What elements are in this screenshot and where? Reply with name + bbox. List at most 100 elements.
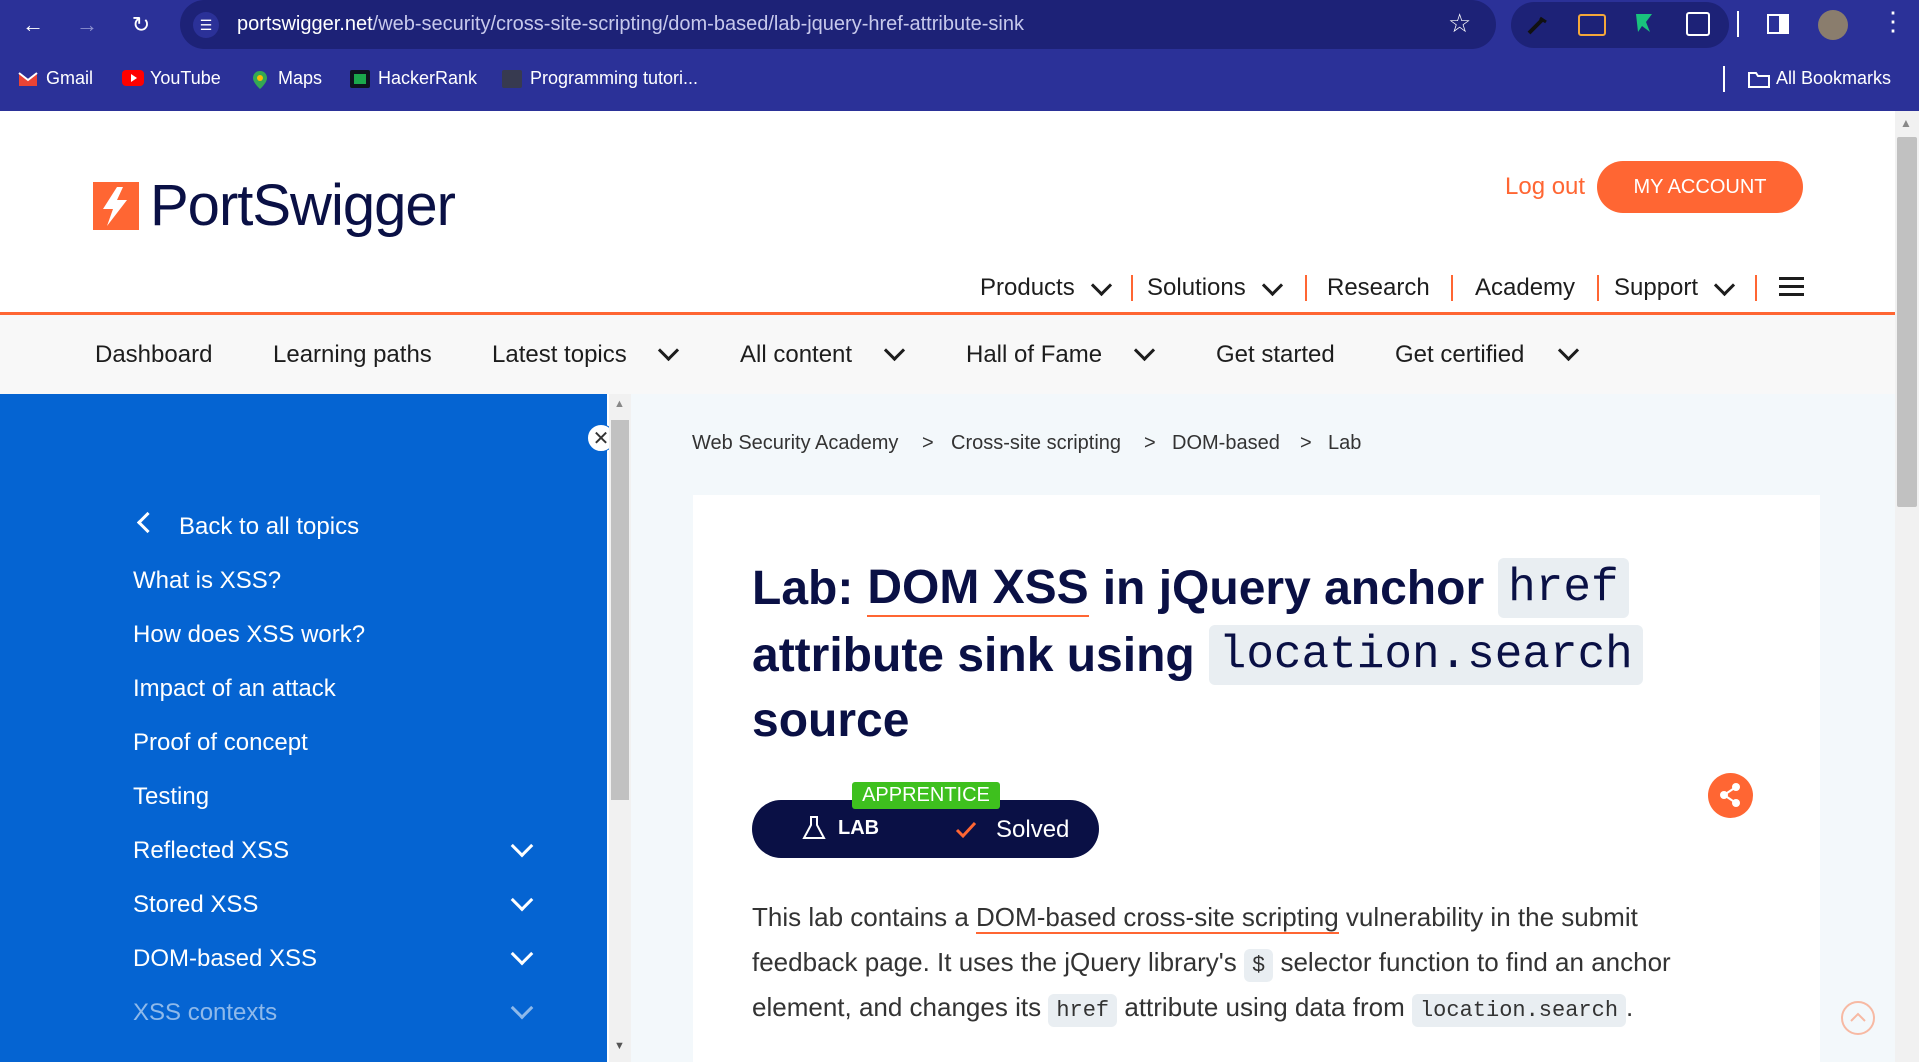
hamburger-menu-icon[interactable] [1779, 277, 1804, 297]
title-code-href: href [1498, 558, 1629, 618]
sidebar-item-proof-of-concept[interactable]: Proof of concept [133, 729, 308, 757]
site-info-icon[interactable]: ☰ [193, 12, 219, 38]
reload-icon[interactable]: ↻ [124, 8, 158, 42]
portswigger-logo-icon[interactable] [93, 182, 139, 230]
breadcrumb-xss[interactable]: Cross-site scripting [951, 432, 1121, 455]
subnav-hall-of-fame[interactable]: Hall of Fame [966, 341, 1102, 369]
share-icon[interactable] [1708, 773, 1753, 818]
description-line-3: element, and changes its href attribute … [752, 992, 1634, 1027]
code-dollar-selector: $ [1244, 949, 1274, 982]
puzzle-extensions-icon[interactable] [1686, 12, 1710, 36]
subnav-dashboard[interactable]: Dashboard [95, 341, 212, 369]
nav-separator [1755, 275, 1757, 301]
nav-separator [1305, 275, 1307, 301]
desc-text: element, and changes its [752, 992, 1042, 1022]
flask-icon [802, 815, 826, 841]
subnav-latest-topics[interactable]: Latest topics [492, 341, 627, 369]
toolbar-divider [1737, 11, 1739, 37]
terminal-extension-icon[interactable] [1578, 14, 1606, 36]
portswigger-logo[interactable]: PortSwigger [150, 172, 456, 239]
breadcrumb-separator: > [922, 432, 934, 454]
subnav-get-started[interactable]: Get started [1216, 341, 1335, 369]
breadcrumb-dom-based[interactable]: DOM-based [1172, 432, 1280, 455]
tutorial-site-icon [502, 69, 522, 88]
gmail-icon [18, 70, 38, 88]
my-account-button[interactable]: MY ACCOUNT [1597, 161, 1803, 213]
sidebar-item-reflected-xss[interactable]: Reflected XSS [133, 837, 289, 865]
lab-title-line-2: attribute sink using location.search [752, 625, 1643, 685]
code-location-search: location.search [1411, 994, 1627, 1027]
maps-icon [250, 70, 270, 89]
nav-separator [1597, 275, 1599, 301]
description-line-1: This lab contains a DOM-based cross-site… [752, 902, 1638, 934]
eyedropper-extension-icon[interactable] [1524, 12, 1550, 38]
bookmark-youtube[interactable]: YouTube [122, 68, 221, 89]
nav-solutions[interactable]: Solutions [1147, 274, 1246, 302]
scroll-up-arrow-icon[interactable]: ▲ [1900, 116, 1912, 130]
sidebar-item-what-is-xss[interactable]: What is XSS? [133, 567, 281, 595]
subnav-all-content[interactable]: All content [740, 341, 852, 369]
back-arrow-icon[interactable]: ← [16, 8, 50, 42]
back-to-topics-link[interactable]: Back to all topics [179, 513, 359, 541]
side-panel-icon[interactable] [1767, 14, 1789, 34]
nav-products[interactable]: Products [980, 274, 1075, 302]
sidebar-scrollbar-thumb[interactable] [611, 420, 629, 800]
code-href: href [1048, 994, 1118, 1027]
title-line-2-text: attribute sink using [752, 628, 1195, 682]
kebab-menu-icon[interactable]: ⋮ [1880, 8, 1906, 34]
desc-text: attribute using data from [1124, 992, 1405, 1022]
desc-text: . [1626, 992, 1634, 1022]
lab-label: LAB [838, 817, 880, 839]
youtube-icon [122, 69, 144, 88]
desc-text: selector function to find an anchor [1280, 947, 1671, 977]
lab-title-line-3: source [752, 694, 910, 747]
checkmark-icon [955, 820, 977, 840]
scroll-up-arrow-icon[interactable]: ▲ [614, 398, 625, 410]
hacker-extension-icon[interactable] [1632, 10, 1656, 36]
status-solved: Solved [996, 816, 1070, 843]
title-code-location-search: location.search [1208, 625, 1643, 685]
sidebar-item-dom-based-xss[interactable]: DOM-based XSS [133, 945, 317, 973]
sidebar-item-testing[interactable]: Testing [133, 783, 209, 811]
title-prefix: Lab: [752, 561, 854, 615]
nav-academy[interactable]: Academy [1475, 274, 1575, 302]
desc-text: This lab contains a [752, 902, 969, 932]
description-line-2: feedback page. It uses the jQuery librar… [752, 947, 1671, 982]
url-text[interactable]: portswigger.net/web-security/cross-site-… [237, 13, 1024, 36]
forward-arrow-icon[interactable]: → [70, 8, 104, 42]
nav-separator [1451, 275, 1453, 301]
nav-support[interactable]: Support [1614, 274, 1698, 302]
desc-text: feedback page. It uses the jQuery librar… [752, 947, 1237, 977]
subnav-learning-paths[interactable]: Learning paths [273, 341, 432, 369]
bookmark-star-icon[interactable]: ☆ [1448, 8, 1471, 39]
sidebar-item-how-xss-works[interactable]: How does XSS work? [133, 621, 365, 649]
breadcrumb-academy[interactable]: Web Security Academy [692, 432, 898, 455]
level-badge: APPRENTICE [852, 782, 1000, 809]
scroll-to-top-icon[interactable] [1841, 1001, 1875, 1035]
subnav-get-certified[interactable]: Get certified [1395, 341, 1524, 369]
title-middle: in jQuery anchor [1102, 561, 1485, 615]
sidebar-item-xss-contexts[interactable]: XSS contexts [133, 999, 277, 1027]
breadcrumb-lab[interactable]: Lab [1328, 432, 1361, 455]
sidebar-item-stored-xss[interactable]: Stored XSS [133, 891, 258, 919]
dom-xss-link[interactable]: DOM XSS [867, 560, 1089, 617]
bookmark-hackerrank[interactable]: HackerRank [350, 68, 477, 89]
page-scrollbar-thumb[interactable] [1897, 137, 1917, 507]
dom-based-xss-link[interactable]: DOM-based cross-site scripting [976, 902, 1339, 934]
breadcrumb-separator: > [1144, 432, 1156, 454]
lab-title-line-1: Lab: DOM XSS in jQuery anchor href [752, 558, 1629, 618]
bookmark-programming[interactable]: Programming tutori... [502, 68, 698, 89]
sidebar-item-impact[interactable]: Impact of an attack [133, 675, 336, 703]
bookmark-gmail[interactable]: Gmail [18, 68, 93, 89]
nav-separator [1131, 275, 1133, 301]
folder-icon [1748, 70, 1770, 88]
all-bookmarks-button[interactable]: All Bookmarks [1748, 68, 1891, 89]
logout-link[interactable]: Log out [1505, 173, 1585, 201]
profile-avatar[interactable] [1818, 10, 1848, 40]
desc-text: vulnerability in the submit [1345, 902, 1638, 932]
scroll-down-arrow-icon[interactable]: ▼ [614, 1040, 625, 1052]
breadcrumb-separator: > [1300, 432, 1312, 454]
bookmark-maps[interactable]: Maps [250, 68, 322, 89]
hackerrank-icon [350, 69, 370, 88]
nav-research[interactable]: Research [1327, 274, 1430, 302]
